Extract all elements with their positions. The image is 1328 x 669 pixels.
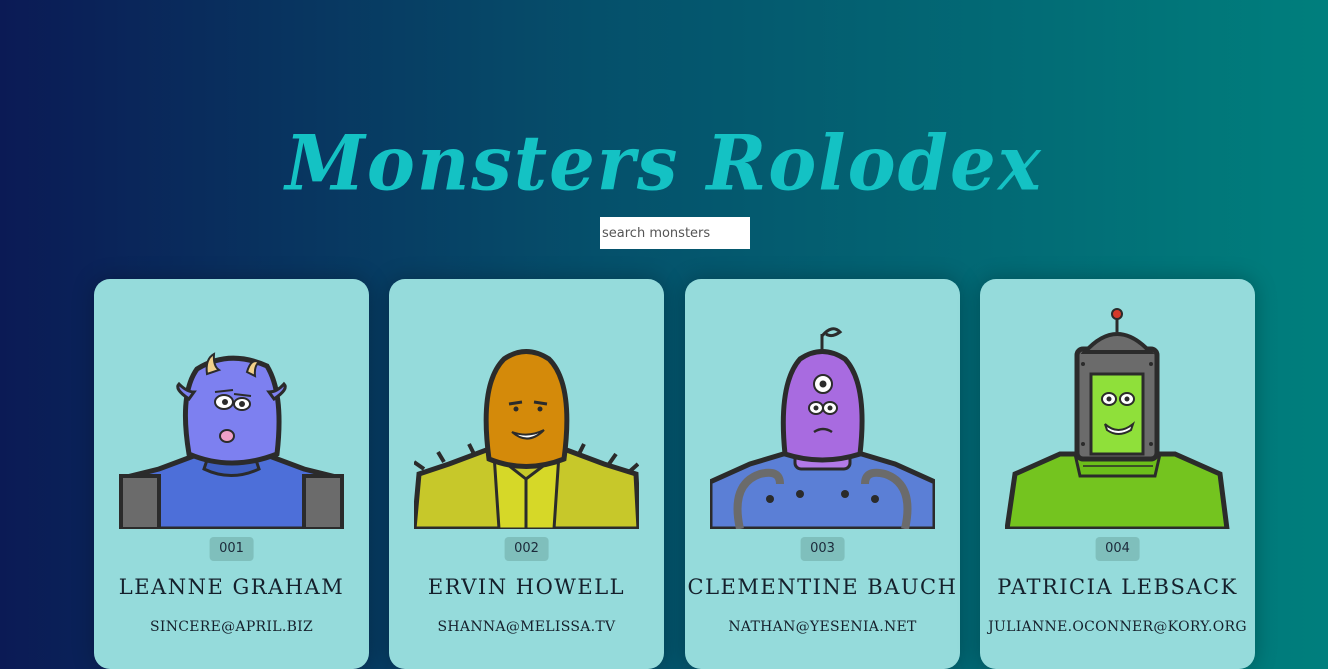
monster-name: CLEMENTINE BAUCH: [687, 575, 958, 599]
monster-name: ERVIN HOWELL: [427, 575, 626, 599]
search-input[interactable]: [600, 217, 750, 249]
orange-hooded-monster-icon: [414, 349, 639, 529]
monster-id-badge: 003: [800, 537, 845, 561]
monster-name: PATRICIA LEBSACK: [997, 575, 1238, 599]
monster-card[interactable]: 001 LEANNE GRAHAM SINCERE@APRIL.BIZ: [94, 279, 369, 669]
monster-name: LEANNE GRAHAM: [118, 575, 345, 599]
monster-id-badge: 001: [209, 537, 254, 561]
monster-card[interactable]: 002 ERVIN HOWELL SHANNA@MELISSA.TV: [389, 279, 664, 669]
monster-email: NATHAN@YESENIA.NET: [728, 619, 917, 635]
monster-id-badge: 004: [1095, 537, 1140, 561]
blue-horned-monster-icon: [119, 352, 344, 529]
monster-id-badge: 002: [504, 537, 549, 561]
monster-card[interactable]: 003 CLEMENTINE BAUCH NATHAN@YESENIA.NET: [685, 279, 960, 669]
monster-card[interactable]: 004 PATRICIA LEBSACK JULIANNE.OCONNER@KO…: [980, 279, 1255, 669]
page-title: Monsters Rolodex: [285, 118, 1043, 208]
purple-cyclops-robot-icon: [710, 327, 935, 529]
monster-email: JULIANNE.OCONNER@KORY.ORG: [988, 619, 1247, 635]
monster-email: SINCERE@APRIL.BIZ: [149, 619, 314, 635]
green-robot-monster-icon: [1005, 308, 1230, 529]
monster-email: SHANNA@MELISSA.TV: [437, 619, 616, 635]
